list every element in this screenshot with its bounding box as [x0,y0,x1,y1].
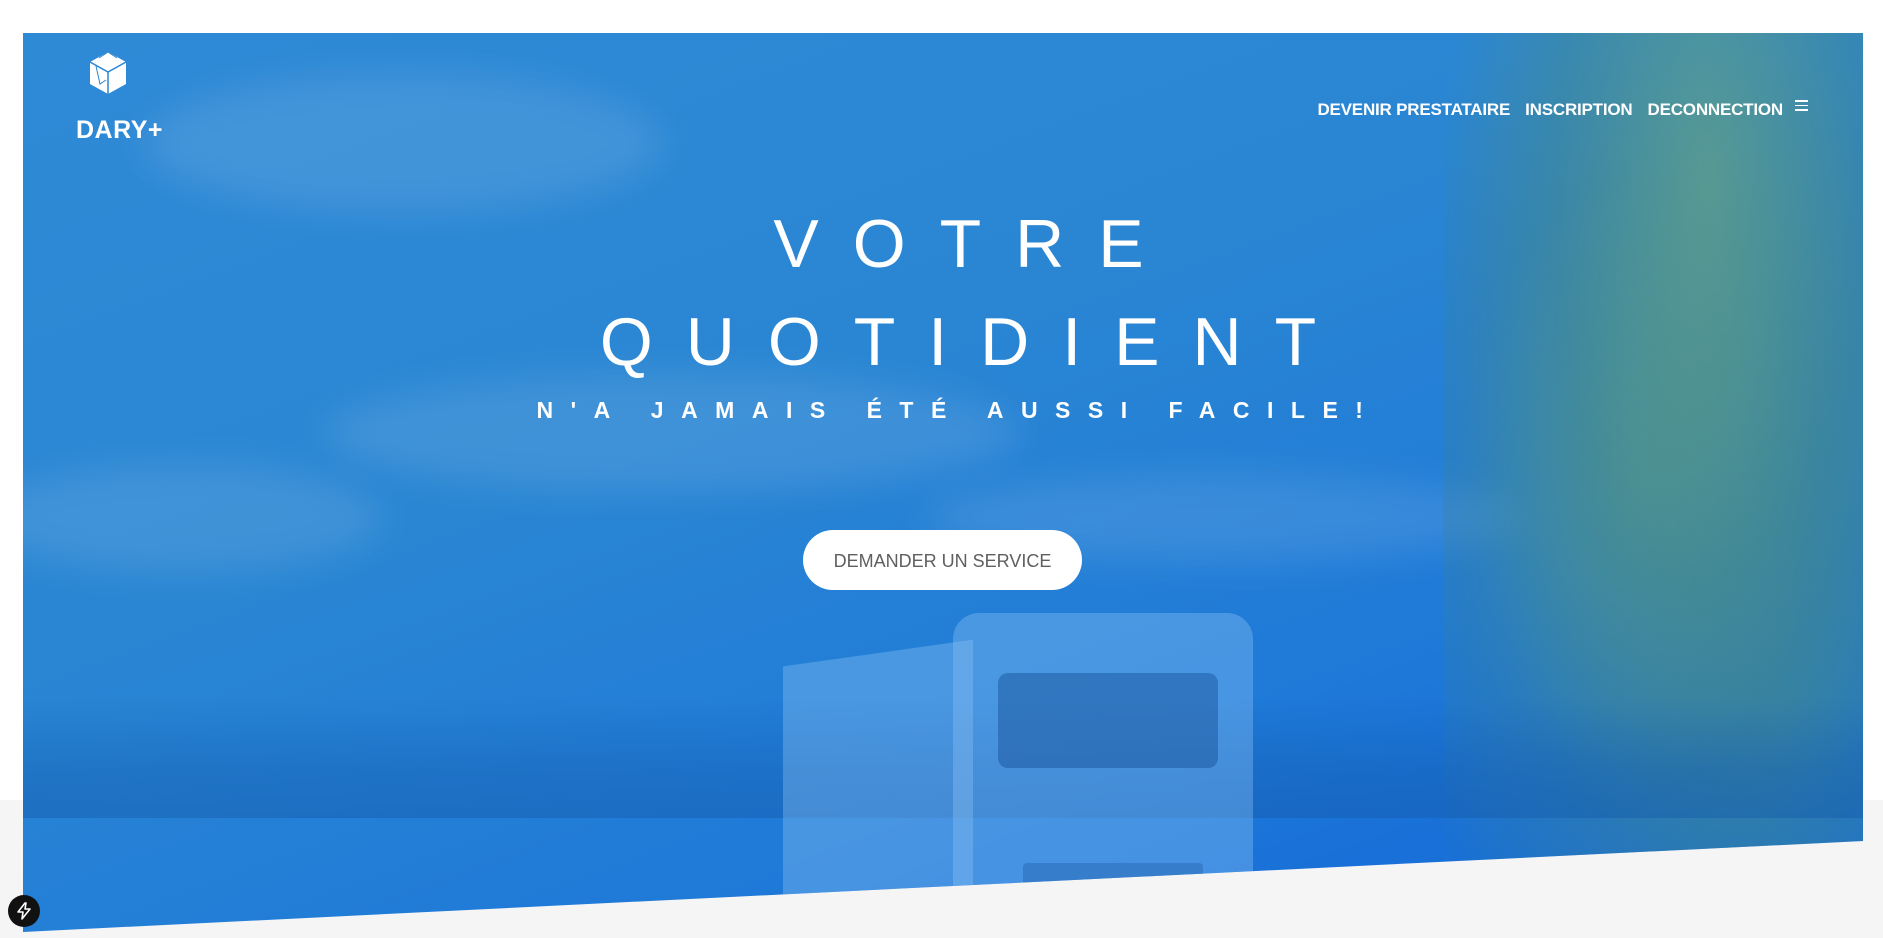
brand-name: DARY+ [76,116,164,144]
nav-item-deconnection[interactable]: DECONNECTION [1648,100,1784,120]
top-nav: DEVENIR PRESTATAIRE INSCRIPTION DECONNEC… [1302,100,1783,120]
nav-item-inscription[interactable]: INSCRIPTION [1525,100,1633,120]
nav-item-devenir-prestataire[interactable]: DEVENIR PRESTATAIRE [1317,100,1510,120]
brand-logo[interactable]: DARY+ [76,50,176,144]
lightning-icon[interactable] [8,895,40,927]
request-service-button[interactable]: DEMANDER UN SERVICE [803,530,1082,590]
cloud-shape [323,373,1023,493]
hamburger-icon[interactable] [1795,100,1808,111]
hero-section [23,33,1863,932]
cloud-shape [143,73,663,213]
hero-title-line2: QUOTIDIENT [599,304,1350,380]
house-box-icon [89,51,127,94]
cloud-shape [23,463,383,573]
hero-tagline: N'A JAMAIS ÉTÉ AUSSI FACILE! [536,397,1381,423]
hero-title-line1: VOTRE [773,206,1178,282]
page: DARY+ DEVENIR PRESTATAIRE INSCRIPTION DE… [0,0,1883,938]
